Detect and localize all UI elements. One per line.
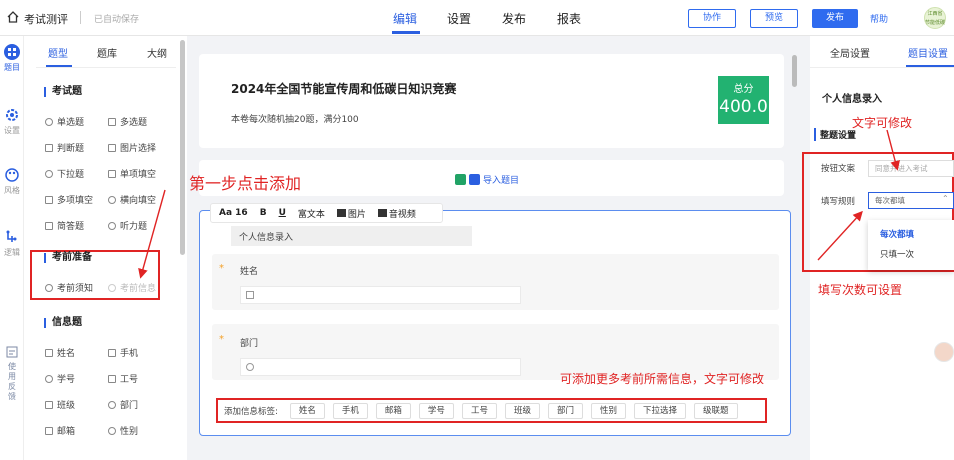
annotation-arrows <box>138 129 900 279</box>
